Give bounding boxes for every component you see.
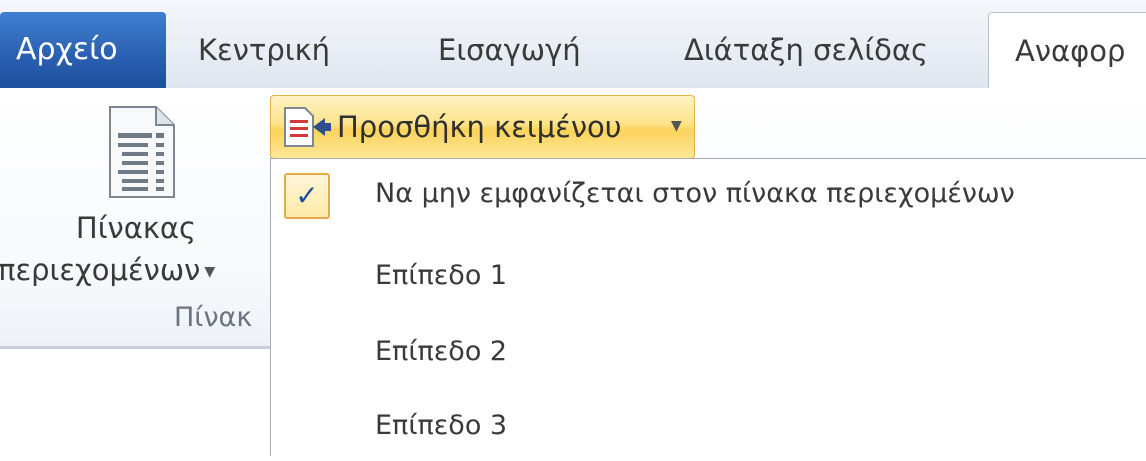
menu-item-level-2[interactable]: Επίπεδο 2 — [271, 317, 1146, 387]
add-text-icon — [284, 107, 331, 147]
toc-button-label-text: περιεχομένων — [0, 253, 201, 287]
menu-item-level-1[interactable]: Επίπεδο 1 — [271, 241, 1146, 311]
ribbon-group-divider — [0, 346, 272, 349]
tab-home[interactable]: Κεντρική — [198, 12, 330, 88]
menu-item-do-not-show-in-toc[interactable]: ✓ Να μην εμφανίζεται στον πίνακα περιεχο… — [271, 159, 1146, 229]
chevron-down-icon: ▼ — [671, 118, 682, 134]
checkmark-icon: ✓ — [284, 173, 330, 219]
menu-item-label: Επίπεδο 2 — [375, 336, 508, 367]
table-of-contents-icon — [109, 106, 175, 198]
tab-insert[interactable]: Εισαγωγή — [438, 12, 581, 88]
ribbon-tab-strip: Αρχείο Κεντρική Εισαγωγή Διάταξη σελίδας… — [0, 0, 1146, 90]
menu-item-label: Επίπεδο 1 — [375, 260, 508, 291]
ribbon-group-label: Πίνακ — [174, 302, 253, 333]
toc-button-label-line1: Πίνακας — [75, 211, 197, 245]
tab-page-layout[interactable]: Διάταξη σελίδας — [684, 12, 928, 88]
menu-item-label: Επίπεδο 3 — [375, 410, 508, 441]
add-text-dropdown-menu: ✓ Να μην εμφανίζεται στον πίνακα περιεχο… — [270, 158, 1146, 456]
toc-button-label-line2: περιεχομένων ▼ — [0, 250, 215, 292]
tab-references[interactable]: Αναφορ — [988, 12, 1146, 90]
add-text-button-label: Προσθήκη κειμένου — [337, 110, 622, 144]
add-text-button[interactable]: Προσθήκη κειμένου ▼ — [270, 95, 695, 159]
menu-item-level-3[interactable]: Επίπεδο 3 — [271, 391, 1146, 461]
tab-file[interactable]: Αρχείο — [0, 12, 166, 88]
chevron-down-icon: ▼ — [204, 264, 216, 280]
menu-item-label: Να μην εμφανίζεται στον πίνακα περιεχομέ… — [375, 178, 1015, 209]
